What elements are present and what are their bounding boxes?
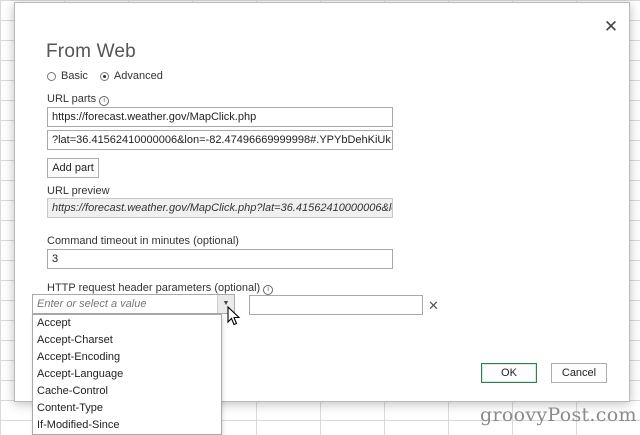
url-preview-field: https://forecast.weather.gov/MapClick.ph… [47, 198, 393, 218]
url-part-1-input[interactable]: https://forecast.weather.gov/MapClick.ph… [47, 107, 393, 127]
add-part-button[interactable]: Add part [47, 158, 99, 178]
dropdown-item-accept-charset[interactable]: Accept-Charset [33, 332, 221, 349]
radio-basic[interactable] [47, 71, 56, 81]
url-parts-label-text: URL parts [47, 93, 97, 105]
cancel-button[interactable]: Cancel [551, 363, 607, 383]
dialog-title: From Web [46, 41, 136, 62]
mouse-pointer-icon [227, 306, 241, 326]
dropdown-item-accept-language[interactable]: Accept-Language [33, 366, 221, 383]
watermark-text: groovyPost.com [480, 404, 637, 426]
url-preview-label: URL preview [47, 185, 110, 197]
http-headers-label-text: HTTP request header parameters (optional… [47, 282, 261, 294]
close-icon[interactable]: ✕ [603, 18, 619, 35]
header-name-combobox[interactable]: Enter or select a value ▼ [32, 294, 235, 314]
info-icon[interactable]: i [99, 96, 110, 106]
info-icon[interactable]: i [263, 285, 274, 295]
radio-basic-label[interactable]: Basic [61, 70, 88, 82]
mode-radio-group: Basic Advanced [47, 70, 175, 82]
ok-button[interactable]: OK [481, 363, 537, 383]
url-parts-label: URL parts i [47, 93, 110, 106]
dropdown-item-accept[interactable]: Accept [33, 315, 221, 332]
clear-x-icon[interactable]: ✕ [428, 298, 439, 314]
dropdown-item-if-modified-since[interactable]: If-Modified-Since [33, 417, 221, 434]
radio-advanced[interactable] [99, 71, 109, 81]
timeout-label: Command timeout in minutes (optional) [47, 235, 239, 247]
dropdown-item-accept-encoding[interactable]: Accept-Encoding [33, 349, 221, 366]
radio-advanced-label[interactable]: Advanced [114, 70, 163, 82]
header-name-placeholder: Enter or select a value [37, 298, 147, 310]
dropdown-item-content-type[interactable]: Content-Type [33, 400, 221, 417]
timeout-input[interactable]: 3 [47, 249, 393, 269]
header-name-dropdown-list: Accept Accept-Charset Accept-Encoding Ac… [32, 314, 222, 435]
header-value-input[interactable] [249, 295, 423, 315]
dropdown-item-cache-control[interactable]: Cache-Control [33, 383, 221, 400]
url-part-2-input[interactable]: ?lat=36.41562410000006&lon=-82.474966699… [47, 130, 393, 150]
